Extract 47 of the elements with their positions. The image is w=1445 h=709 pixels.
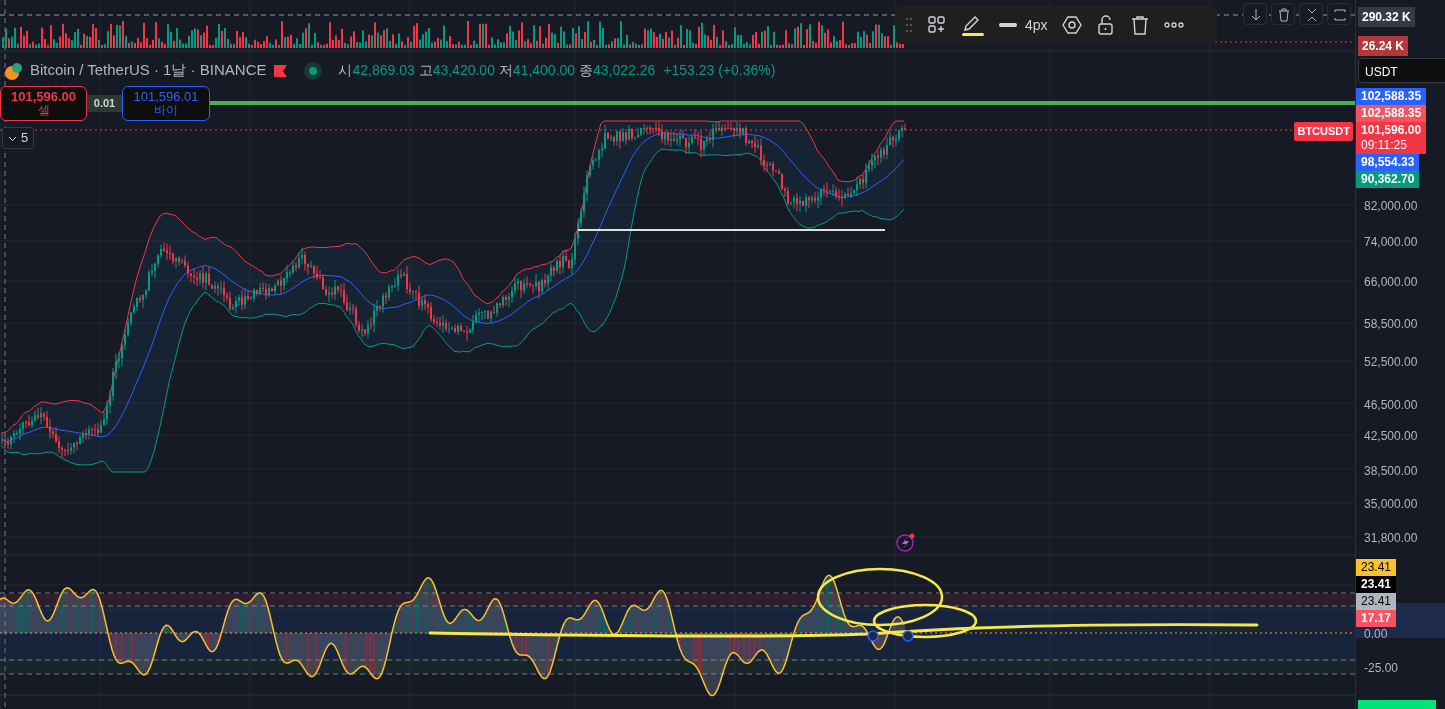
price-change: +153.23 (+0.36%) bbox=[663, 60, 776, 80]
status-dot-icon bbox=[304, 59, 323, 81]
indicator-badge: 23.41 bbox=[1356, 559, 1397, 576]
indicator-badge: 17.17 bbox=[1356, 610, 1397, 627]
unlock-icon[interactable] bbox=[1095, 14, 1116, 36]
spread-value: 0.01 bbox=[87, 95, 122, 112]
chevron-icon bbox=[8, 135, 17, 142]
symbol-title: Bitcoin / TetherUS · 1날 · BINANCE bbox=[30, 60, 267, 80]
currency-dropdown[interactable]: USDT bbox=[1358, 58, 1445, 83]
indicator-badge: 23.41 bbox=[1356, 576, 1397, 593]
volume-label: 290.32 K bbox=[1358, 7, 1415, 27]
ohlc-values: 시42,869.03 고43,420.00 저41,400.00 종43,022.26 bbox=[338, 60, 656, 80]
anchor-handle[interactable] bbox=[867, 630, 879, 642]
drag-handle-icon[interactable] bbox=[905, 17, 913, 33]
trash-icon[interactable] bbox=[1129, 14, 1150, 36]
volume-label: 26.24 K bbox=[1358, 36, 1409, 56]
price-tick: 82,000.00 bbox=[1364, 198, 1418, 215]
pencil-icon[interactable] bbox=[961, 14, 985, 36]
indicator-badge: 23.41 bbox=[1356, 593, 1397, 610]
price-badge: 102,588.35 bbox=[1356, 88, 1427, 105]
settings-icon[interactable] bbox=[1061, 14, 1082, 36]
price-tick: 42,500.00 bbox=[1364, 428, 1418, 446]
buy-button[interactable]: 101,596.01 바이 bbox=[122, 86, 210, 122]
price-tick: 38,500.00 bbox=[1364, 463, 1418, 480]
indicator-tick: -25.00 bbox=[1364, 660, 1399, 677]
move-down-icon[interactable] bbox=[1243, 3, 1267, 25]
line-width-control[interactable]: 4px bbox=[999, 14, 1048, 36]
collapse-icon[interactable] bbox=[1299, 3, 1323, 25]
indicators-toggle[interactable]: 5 bbox=[2, 127, 35, 149]
trash-icon[interactable] bbox=[1271, 3, 1295, 25]
price-tick: 66,000.00 bbox=[1364, 274, 1418, 292]
indicator-tick: 0.00 bbox=[1364, 626, 1388, 643]
sell-button[interactable]: 101,596.00 셀 bbox=[0, 86, 87, 122]
price-tick: 46,500.00 bbox=[1364, 396, 1418, 414]
lightning-icon[interactable] bbox=[896, 533, 915, 552]
price-badge: 102,588.35 bbox=[1356, 105, 1427, 122]
anchor-handle[interactable] bbox=[902, 630, 914, 642]
price-tick: 52,500.00 bbox=[1364, 354, 1418, 372]
price-badge: 98,554.33 bbox=[1356, 154, 1420, 171]
price-tick: 58,500.00 bbox=[1364, 316, 1418, 334]
add-object-icon[interactable] bbox=[927, 14, 947, 36]
price-tick: 74,000.00 bbox=[1364, 233, 1418, 251]
price-tick: 31,800.00 bbox=[1364, 530, 1418, 547]
price-badge: 101,596.00 09:11:25 bbox=[1356, 122, 1427, 154]
price-badge: 90,362.70 bbox=[1356, 171, 1420, 188]
price-tick: 35,000.00 bbox=[1364, 496, 1418, 514]
symbol-tag: BTCUSDT bbox=[1294, 122, 1353, 141]
